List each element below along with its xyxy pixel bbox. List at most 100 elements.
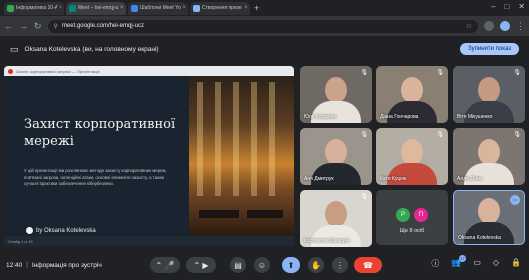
tab-label: Meet – hei-emqj-ucz (78, 5, 118, 11)
profile-avatar[interactable] (500, 21, 510, 31)
participant-tile[interactable]: 🎙 Катя Куцюк (376, 128, 448, 185)
more-options-icon[interactable]: ⋯ (510, 195, 520, 205)
lock-icon[interactable]: 🔒 (511, 258, 521, 269)
more-options-button[interactable]: ⋮ (332, 257, 348, 273)
participant-tile[interactable]: 🎙 Юля Кухарчук (300, 66, 372, 123)
close-tab-icon[interactable]: × (183, 5, 185, 11)
reload-icon[interactable]: ↻ (34, 21, 42, 32)
meeting-info-label[interactable]: Інформація про зустріч (32, 262, 102, 269)
slide-body: У цій презентації ми розглянемо методи з… (24, 168, 167, 186)
slide-text-panel: Захист корпоративної мережі У цій презен… (4, 76, 189, 236)
participant-head (478, 77, 500, 103)
address-bar-row: ← → ↻ ⚲ meet.google.com/hei-emqj-ucz ☆ ⋮ (0, 16, 529, 36)
url-text: meet.google.com/hei-emqj-ucz (61, 23, 144, 29)
extension-icon[interactable] (484, 21, 494, 31)
new-tab-icon[interactable]: + (254, 3, 259, 13)
slide-caption: Слайд 1 із 15 (8, 239, 33, 244)
minimize-icon[interactable]: – (491, 2, 495, 11)
self-tile[interactable]: ⋯ Oksana Kotelevska (453, 190, 525, 245)
slide-author: by Oksana Kotelevska (26, 227, 96, 234)
meeting-controls: 12:40 | Інформація про зустріч ⌃ 🎤 ⌃ ▶ ▤… (0, 250, 529, 280)
reactions-button[interactable]: ☺ (254, 257, 270, 273)
url-field[interactable]: ⚲ meet.google.com/hei-emqj-ucz ☆ (47, 19, 478, 33)
close-tab-icon[interactable]: × (244, 5, 247, 11)
participant-tile[interactable]: 🎙 Вітя Мікушенко (453, 66, 525, 123)
others-avatars: Р П (396, 208, 428, 222)
office-photo (189, 76, 294, 236)
close-tab-icon[interactable]: × (59, 5, 61, 11)
others-count: Ще 8 осіб (399, 228, 425, 234)
site-info-icon[interactable]: ⚲ (54, 23, 58, 30)
participant-head (325, 139, 347, 165)
mic-muted-icon: 🎙 (513, 132, 521, 138)
back-icon[interactable]: ← (4, 21, 13, 31)
window-controls: – □ ✕ (491, 2, 525, 11)
self-head (478, 198, 500, 224)
participant-name: Костянтин Маніщин (304, 238, 350, 244)
activities-icon[interactable]: ◇ (493, 258, 499, 269)
participant-tile[interactable]: 🎙 Костянтин Маніщин (300, 190, 372, 247)
mic-muted-icon: 🎙 (360, 70, 368, 76)
share-status-text: Oksana Kotelevska (ви, на головному екра… (24, 45, 159, 53)
author-name: by Oksana Kotelevska (36, 227, 96, 234)
stop-sharing-button[interactable]: Зупинити показ (459, 43, 519, 55)
tab-favicon-icon (193, 4, 200, 12)
mic-muted-icon: 🎙 (360, 132, 368, 138)
separator: | (26, 262, 28, 268)
mic-muted-icon: 🎙 (360, 194, 368, 200)
mic-muted-icon: 🎙 (436, 132, 444, 138)
participant-name: Аня Дмитрук (304, 176, 334, 182)
slide: Захист корпоративної мережі У цій презен… (4, 76, 294, 236)
tab-favicon-icon (131, 4, 138, 12)
browser-tab[interactable]: Meet – hei-emqj-ucz× (66, 1, 126, 15)
window-light (197, 82, 203, 196)
shared-screen: Захист корпоративної мережі — Презентаці… (4, 66, 294, 246)
avatar: П (414, 208, 428, 222)
forward-icon[interactable]: → (19, 21, 28, 31)
participant-tile[interactable]: 🎙 Алла Оних (453, 128, 525, 185)
tab-favicon-icon (69, 4, 76, 12)
window-light (269, 82, 275, 196)
tab-label: Створення презентацій (202, 5, 242, 11)
participant-name: Катя Куцюк (380, 176, 407, 182)
browser-menu-icon[interactable]: ⋮ (516, 21, 525, 32)
tab-label: Шаблони Meet Your Team (140, 5, 181, 11)
close-window-icon[interactable]: ✕ (518, 2, 525, 11)
author-avatar (26, 227, 33, 234)
present-button[interactable]: ⬆ (282, 257, 300, 273)
camera-options-button[interactable]: ⌃ ▶ (186, 257, 216, 273)
slide-toolbar-text: Захист корпоративної мережі — Презентаці… (16, 68, 100, 74)
participant-tile[interactable]: 🎙 Діана Гончарова (376, 66, 448, 123)
screen-share-banner: ▭ Oksana Kotelevska (ви, на головному ек… (0, 36, 529, 62)
participant-name: Алла Оних (457, 176, 483, 182)
others-tile[interactable]: Р П Ще 8 осіб (376, 190, 448, 245)
raise-hand-button[interactable]: ✋ (308, 257, 324, 273)
mic-options-button[interactable]: ⌃ 🎤 (150, 257, 180, 273)
captions-button[interactable]: ▤ (230, 257, 246, 273)
info-icon[interactable]: ⓘ (431, 258, 439, 269)
participant-tile[interactable]: 🎙 Аня Дмитрук (300, 128, 372, 185)
mic-muted-icon: 🎙 (513, 70, 521, 76)
browser-tab[interactable]: Шаблони Meet Your Team× (128, 1, 188, 15)
tab-label: Інформатика 10-А (2 підгрупа) (16, 5, 57, 11)
maximize-icon[interactable]: □ (504, 2, 509, 11)
tab-favicon-icon (7, 4, 14, 12)
slide-toolbar: Захист корпоративної мережі — Презентаці… (4, 66, 294, 76)
browser-tab[interactable]: Інформатика 10-А (2 підгрупа)× (4, 1, 64, 15)
participant-count-badge: 17 (459, 255, 466, 262)
browser-tab[interactable]: Створення презентацій× (190, 1, 250, 15)
slides-logo-icon (8, 68, 13, 74)
clock: 12:40 (6, 261, 23, 269)
desk (199, 210, 239, 218)
window-light (251, 82, 257, 196)
desk (247, 210, 283, 218)
bookmark-star-icon[interactable]: ☆ (466, 22, 472, 30)
leave-call-button[interactable]: ☎ (354, 257, 382, 273)
chat-icon[interactable]: ▭ (473, 258, 481, 269)
participant-head (401, 139, 423, 165)
participant-name: Вітя Мікушенко (457, 114, 493, 120)
participant-head (401, 77, 423, 103)
window-light (215, 82, 221, 196)
close-tab-icon[interactable]: × (120, 5, 123, 11)
present-screen-icon: ▭ (10, 43, 19, 54)
